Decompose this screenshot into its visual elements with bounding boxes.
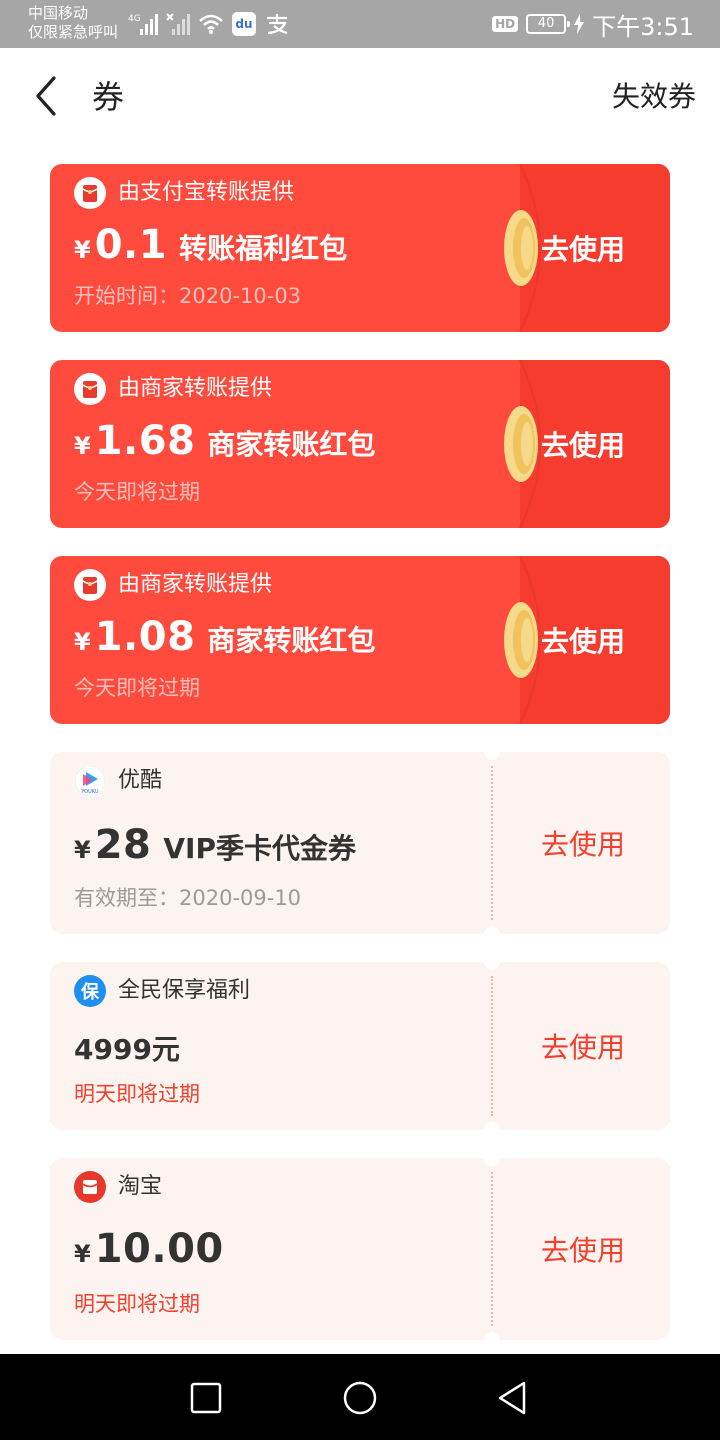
provider-name: 全民保享福利 — [118, 978, 251, 1003]
baidu-app-icon: du — [232, 12, 256, 36]
red-packet-card[interactable]: 由商家转账提供 ¥ 1.68 商家转账红包 今天即将过期 去使用 — [50, 360, 670, 528]
currency-symbol: ¥ — [74, 236, 91, 264]
signal-icon: 4G — [128, 14, 158, 35]
provider-name: 由支付宝转账提供 — [118, 180, 295, 205]
page-title: 券 — [92, 78, 125, 116]
battery-icon: 40 — [526, 14, 571, 34]
wifi-icon — [199, 14, 223, 34]
coupon-subtext: 开始时间：2020-10-03 — [74, 284, 302, 308]
provider-name: 由商家转账提供 — [118, 376, 273, 401]
red-packet-icon — [74, 569, 106, 601]
recent-apps-button[interactable] — [186, 1378, 226, 1418]
status-bar: 中国移动 仅限紧急呼叫 4G du HD 40 下午3:51 — [0, 0, 720, 48]
coupon-divider — [491, 1172, 493, 1326]
taobao-logo-icon — [74, 1171, 106, 1203]
clock: 下午3:51 — [592, 12, 694, 41]
back-triangle-icon — [498, 1381, 526, 1415]
coupon-name: 商家转账红包 — [207, 428, 376, 461]
coupon-amount: 1.68 — [94, 418, 196, 464]
hd-badge: HD — [492, 16, 519, 32]
coupon-subtext: 今天即将过期 — [74, 480, 200, 504]
expired-coupons-button[interactable]: 失效券 — [612, 78, 696, 116]
network-type-text: 4G — [128, 14, 141, 24]
coupon-subtext: 明天即将过期 — [74, 1292, 200, 1316]
carrier-text: 中国移动 仅限紧急呼叫 — [28, 4, 118, 42]
carrier-name: 中国移动 — [28, 4, 89, 22]
coupon-subtext: 有效期至：2020-09-10 — [74, 886, 302, 910]
emergency-only-text: 仅限紧急呼叫 — [28, 23, 119, 41]
coupon-subtext: 明天即将过期 — [74, 1082, 200, 1106]
coupon-name: 商家转账红包 — [207, 624, 376, 657]
provider-name: 优酷 — [118, 768, 163, 793]
coupon-subtext: 今天即将过期 — [74, 676, 200, 700]
use-coupon-button[interactable]: 去使用 — [520, 164, 646, 332]
coupon-card[interactable]: 保 全民保享福利 4999元 明天即将过期 去使用 — [50, 960, 670, 1132]
use-coupon-button[interactable]: 去使用 — [520, 360, 646, 528]
status-icons-right: HD 40 下午3:51 — [492, 8, 694, 41]
provider-name: 由商家转账提供 — [118, 572, 273, 597]
red-packet-card[interactable]: 由商家转账提供 ¥ 1.08 商家转账红包 今天即将过期 去使用 — [50, 556, 670, 724]
coupon-amount: 4999元 — [74, 1033, 180, 1066]
currency-symbol: ¥ — [74, 432, 91, 460]
amount-row: 4999元 — [74, 1028, 180, 1068]
use-coupon-button[interactable]: 去使用 — [500, 752, 666, 934]
coupon-divider — [491, 976, 493, 1116]
use-coupon-button[interactable]: 去使用 — [520, 556, 646, 724]
currency-symbol: ¥ — [74, 1240, 91, 1268]
status-icons-left: 4G du — [128, 10, 290, 38]
amount-row: ¥ 28 VIP季卡代金券 — [74, 822, 356, 868]
coupon-amount: 28 — [94, 822, 152, 868]
currency-symbol: ¥ — [74, 836, 91, 864]
coupon-card[interactable]: 淘宝 ¥ 10.00 明天即将过期 去使用 — [50, 1156, 670, 1342]
red-packet-icon — [74, 373, 106, 405]
top-bar: 券 失效券 — [0, 48, 720, 148]
coupon-amount: 0.1 — [94, 222, 168, 268]
red-packet-icon — [74, 177, 106, 209]
currency-symbol: ¥ — [74, 628, 91, 656]
amount-row: ¥ 1.08 商家转账红包 — [74, 614, 375, 660]
coupon-card[interactable]: YOUKU 优酷 ¥ 28 VIP季卡代金券 有效期至：2020-09-10 去… — [50, 750, 670, 936]
charging-icon — [574, 14, 585, 34]
back-button[interactable] — [26, 74, 70, 118]
use-coupon-button[interactable]: 去使用 — [500, 1158, 666, 1340]
recent-apps-icon — [190, 1382, 222, 1414]
use-coupon-button[interactable]: 去使用 — [500, 962, 666, 1130]
svg-text:YOUKU: YOUKU — [80, 789, 99, 795]
home-icon — [343, 1381, 377, 1415]
chevron-left-icon — [36, 76, 56, 116]
amount-row: ¥ 1.68 商家转账红包 — [74, 418, 375, 464]
coupon-name: VIP季卡代金券 — [163, 832, 356, 865]
nav-back-button[interactable] — [492, 1378, 532, 1418]
insurance-badge-icon: 保 — [74, 975, 106, 1007]
no-signal-icon — [166, 13, 190, 35]
coupon-amount: 1.08 — [94, 614, 196, 660]
provider-name: 淘宝 — [118, 1174, 163, 1199]
youku-logo-icon: YOUKU — [74, 765, 106, 797]
coupon-divider — [491, 766, 493, 920]
system-nav-bar — [0, 1354, 720, 1440]
amount-row: ¥ 10.00 — [74, 1226, 224, 1272]
home-button[interactable] — [340, 1378, 380, 1418]
coupon-amount: 10.00 — [94, 1226, 224, 1272]
alipay-notification-icon — [267, 14, 288, 35]
coupon-name: 转账福利红包 — [179, 232, 348, 265]
red-packet-card[interactable]: 由支付宝转账提供 ¥ 0.1 转账福利红包 开始时间：2020-10-03 去使… — [50, 164, 670, 332]
amount-row: ¥ 0.1 转账福利红包 — [74, 222, 347, 268]
insurance-icon-glyph: 保 — [81, 982, 99, 1003]
